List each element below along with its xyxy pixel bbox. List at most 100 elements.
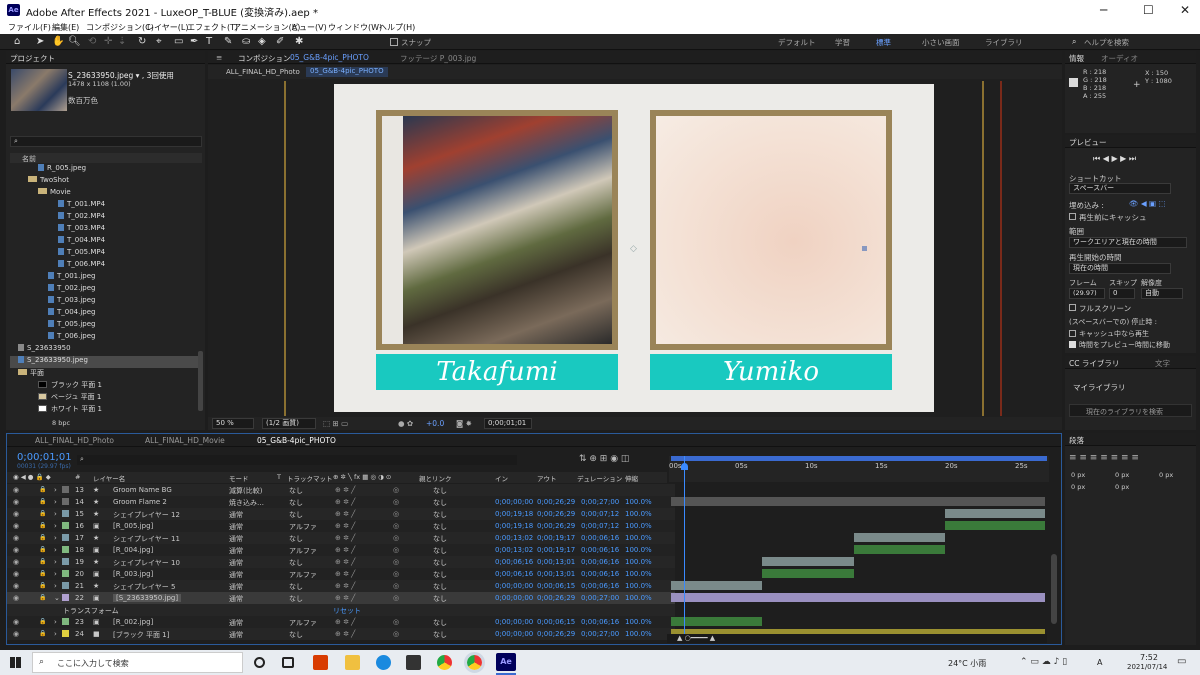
expand-chevron-icon[interactable]: › bbox=[54, 510, 57, 518]
parent-pickwhip-icon[interactable]: ◎ bbox=[393, 498, 399, 506]
indent-first[interactable]: 0 px bbox=[1159, 471, 1173, 479]
layer-in-time[interactable]: 0;00;00;00 bbox=[495, 630, 533, 638]
project-scrollbar[interactable] bbox=[198, 351, 203, 411]
layer-stretch[interactable]: 100.0% bbox=[625, 582, 652, 590]
space-before[interactable]: 0 px bbox=[1071, 483, 1085, 491]
layer-mode-dropdown[interactable]: 通常 bbox=[229, 546, 243, 556]
layer-stretch[interactable]: 100.0% bbox=[625, 534, 652, 542]
maximize-button[interactable]: ☐ bbox=[1143, 3, 1154, 17]
track-matte-dropdown[interactable]: なし bbox=[289, 582, 303, 592]
label-color[interactable] bbox=[62, 486, 69, 493]
visibility-eye-icon[interactable]: ◉ bbox=[13, 546, 19, 554]
parent-dropdown[interactable]: なし bbox=[433, 486, 447, 496]
layer-duration[interactable]: 0;00;06;16 bbox=[581, 558, 619, 566]
bpc-label[interactable]: 8 bpc bbox=[52, 419, 70, 427]
parent-dropdown[interactable]: なし bbox=[433, 570, 447, 580]
layer-row[interactable]: ◉ 🔒 › 15 ★ シェイプレイヤー 12 通常 なし ⊕ ✲ ╱ ◎ なし 0;00;19;18 0… bbox=[7, 508, 675, 520]
timeline-tab-1[interactable]: ALL_FINAL_HD_Photo bbox=[35, 436, 114, 445]
tab-character[interactable]: 文字 bbox=[1155, 358, 1170, 369]
store-icon[interactable] bbox=[406, 655, 421, 670]
indent-left[interactable]: 0 px bbox=[1071, 471, 1085, 479]
parent-pickwhip-icon[interactable]: ◎ bbox=[393, 630, 399, 638]
visibility-eye-icon[interactable]: ◉ bbox=[13, 558, 19, 566]
tab-composition-name[interactable]: 05_G&B-4pic_PHOTO bbox=[290, 53, 369, 62]
visibility-eye-icon[interactable]: ◉ bbox=[13, 510, 19, 518]
layer-in-time[interactable]: 0;00;06;16 bbox=[495, 558, 533, 566]
minimize-button[interactable]: ─ bbox=[1100, 3, 1107, 17]
layer-duration-bar[interactable] bbox=[945, 521, 1045, 530]
layer-out-time[interactable]: 0;00;26;29 bbox=[537, 522, 575, 530]
layer-mode-dropdown[interactable]: 通常 bbox=[229, 630, 243, 640]
layer-in-time[interactable]: 0;00;00;00 bbox=[495, 582, 533, 590]
project-item[interactable]: T_004.MP4 bbox=[10, 236, 198, 248]
visibility-eye-icon[interactable]: ◉ bbox=[13, 534, 19, 542]
project-item[interactable]: ベージュ 平面 1 bbox=[10, 392, 198, 404]
layer-in-time[interactable]: 0;00;00;00 bbox=[495, 618, 533, 626]
track-matte-dropdown[interactable]: なし bbox=[289, 534, 303, 544]
label-color[interactable] bbox=[62, 522, 69, 529]
project-item[interactable]: T_003.jpeg bbox=[10, 296, 198, 308]
layer-duration[interactable]: 0;00;27;00 bbox=[581, 594, 619, 602]
layer-row[interactable]: ◉ 🔒 › 23 ▣ [R_002.jpg] 通常 アルファ ⊕ ✲ ╱ ◎ なし 0;00;00;0… bbox=[7, 616, 675, 628]
track-matte-dropdown[interactable]: アルファ bbox=[289, 618, 317, 628]
timeline-tab-2[interactable]: ALL_FINAL_HD_Movie bbox=[145, 436, 225, 445]
viewer-timecode[interactable]: 0;00;01;01 bbox=[484, 418, 532, 429]
expand-chevron-icon[interactable]: › bbox=[54, 522, 57, 530]
visibility-eye-icon[interactable]: ◉ bbox=[13, 582, 19, 590]
track-matte-dropdown[interactable]: なし bbox=[289, 630, 303, 640]
visibility-eye-icon[interactable]: ◉ bbox=[13, 570, 19, 578]
layer-mode-dropdown[interactable]: 通常 bbox=[229, 594, 243, 604]
pan-tool-icon[interactable]: ✛ bbox=[104, 36, 112, 47]
menu-composition[interactable]: コンポジション(C) bbox=[86, 22, 154, 33]
parent-pickwhip-icon[interactable]: ◎ bbox=[393, 570, 399, 578]
playhead[interactable] bbox=[684, 456, 685, 634]
layer-row[interactable]: ◉ 🔒 › 21 ★ シェイプレイヤー 5 通常 なし ⊕ ✲ ╱ ◎ なし 0;00;00;00 0;… bbox=[7, 580, 675, 592]
layer-mode-dropdown[interactable]: 通常 bbox=[229, 618, 243, 628]
timeline-zoom-slider[interactable]: ▲ ○━━━━ ▲ bbox=[667, 634, 1047, 643]
layer-switches-icon[interactable]: ⊕ ✲ ╱ bbox=[335, 498, 355, 506]
project-item[interactable]: T_001.jpeg bbox=[10, 272, 198, 284]
resolution-dropdown[interactable]: (1/2 画質) bbox=[262, 418, 316, 429]
skip-dropdown[interactable]: 0 bbox=[1109, 288, 1135, 299]
track-matte-dropdown[interactable]: なし bbox=[289, 558, 303, 568]
zoom-out-icon[interactable]: ▲ ○━━━━ ▲ bbox=[677, 634, 715, 642]
layer-name[interactable]: シェイプレイヤー 12 bbox=[113, 510, 180, 520]
layer-switches-icon[interactable]: ⊕ ✲ ╱ bbox=[335, 546, 355, 554]
parent-pickwhip-icon[interactable]: ◎ bbox=[393, 486, 399, 494]
layer-stretch[interactable]: 100.0% bbox=[625, 630, 652, 638]
layer-duration[interactable]: 0;00;06;16 bbox=[581, 582, 619, 590]
hand-tool-icon[interactable]: ✋ bbox=[52, 36, 64, 47]
layer-duration[interactable]: 0;00;07;12 bbox=[581, 510, 619, 518]
layer-switches-icon[interactable]: ⊕ ✲ ╱ bbox=[335, 522, 355, 530]
tab-cc-libraries[interactable]: CC ライブラリ bbox=[1069, 358, 1119, 369]
layer-name[interactable]: シェイプレイヤー 5 bbox=[113, 582, 175, 592]
expand-chevron-icon[interactable]: › bbox=[54, 618, 57, 626]
tab-composition-label[interactable]: コンポジション bbox=[238, 53, 291, 64]
comp-canvas[interactable]: Takafumi Yumiko ◇ bbox=[334, 84, 934, 412]
library-search-input[interactable]: 現在のライブラリを検索 bbox=[1069, 404, 1192, 417]
lock-icon[interactable]: 🔒 bbox=[39, 558, 46, 565]
stop-move-checkbox[interactable] bbox=[1069, 341, 1076, 348]
parent-pickwhip-icon[interactable]: ◎ bbox=[393, 558, 399, 566]
type-tool-icon[interactable]: T bbox=[206, 36, 212, 47]
layer-out-time[interactable]: 0;00;06;15 bbox=[537, 618, 575, 626]
layer-out-time[interactable]: 0;00;19;17 bbox=[537, 534, 575, 542]
layer-switches-icon[interactable]: ⊕ ✲ ╱ bbox=[335, 570, 355, 578]
layer-mode-dropdown[interactable]: 減算(比較) bbox=[229, 486, 262, 496]
layer-row[interactable]: ◉ 🔒 › 19 ★ シェイプレイヤー 10 通常 なし ⊕ ✲ ╱ ◎ なし 0;00;06;16 0… bbox=[7, 556, 675, 568]
menu-view[interactable]: ビュー(V) bbox=[291, 22, 327, 33]
visibility-eye-icon[interactable]: ◉ bbox=[13, 630, 19, 638]
layer-in-time[interactable]: 0;00;06;16 bbox=[495, 570, 533, 578]
parent-pickwhip-icon[interactable]: ◎ bbox=[393, 522, 399, 530]
expand-chevron-icon[interactable]: › bbox=[54, 498, 57, 506]
project-item[interactable]: T_001.MP4 bbox=[10, 200, 198, 212]
layer-in-time[interactable]: 0;00;00;00 bbox=[495, 498, 533, 506]
ime-indicator[interactable]: A bbox=[1097, 658, 1102, 667]
expand-chevron-icon[interactable]: ⌄ bbox=[54, 594, 60, 602]
indent-right[interactable]: 0 px bbox=[1115, 471, 1129, 479]
track-matte-dropdown[interactable]: アルファ bbox=[289, 570, 317, 580]
project-item[interactable]: T_006.MP4 bbox=[10, 260, 198, 272]
include-toggle-icons[interactable]: 👁 ◀ ▣ ⬚ bbox=[1129, 199, 1166, 208]
expand-chevron-icon[interactable]: › bbox=[54, 486, 57, 494]
puppet-tool-icon[interactable]: ✱ bbox=[295, 36, 303, 47]
